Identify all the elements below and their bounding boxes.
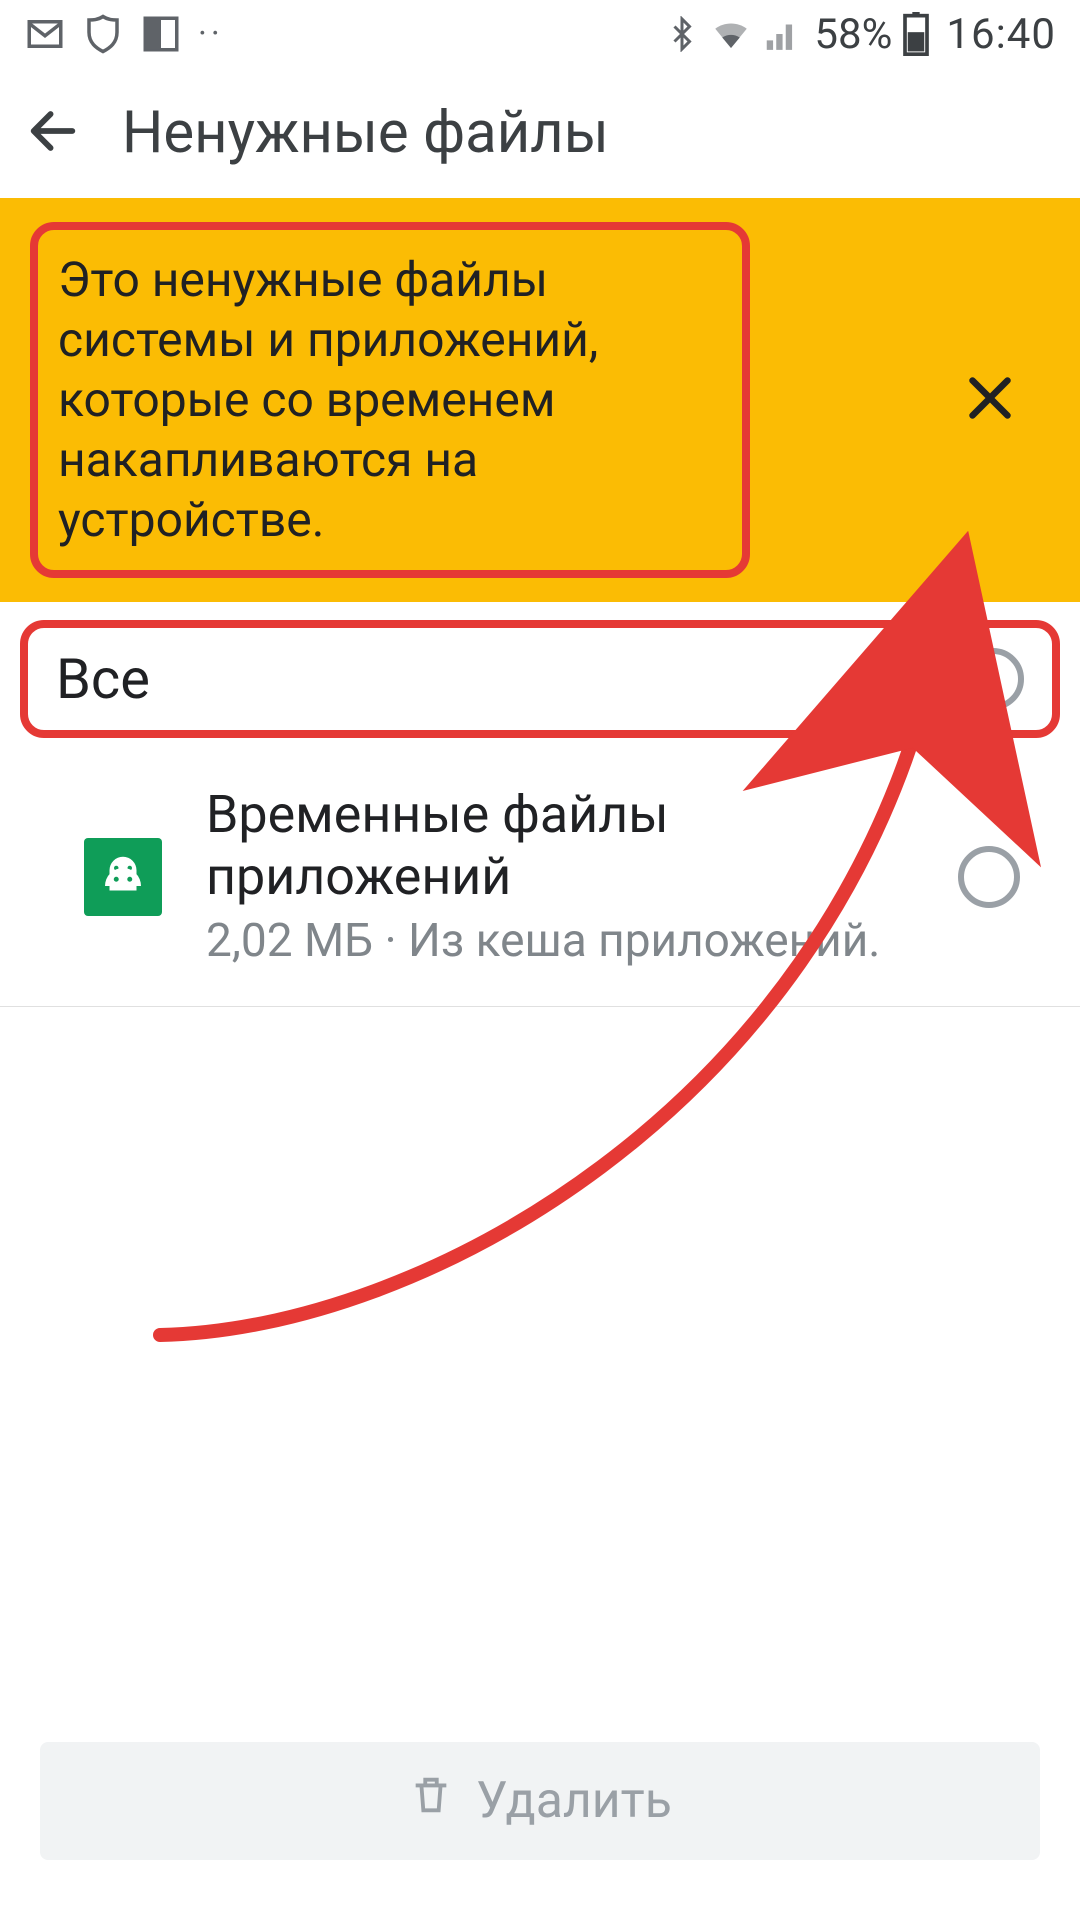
status-right-icons: 58% 16:40: [664, 10, 1056, 59]
list-item-texts: Временные файлы приложений 2,02 МБ · Из …: [206, 784, 914, 970]
close-icon[interactable]: [960, 368, 1050, 432]
delete-button-label: Удалить: [476, 1772, 672, 1830]
list-item-radio[interactable]: [958, 846, 1020, 908]
info-banner: Это ненужные файлы системы и приложений,…: [0, 198, 1080, 602]
battery-percent: 58%: [814, 10, 892, 59]
shield-icon: [82, 13, 124, 55]
select-all-row[interactable]: Все: [20, 620, 1060, 738]
list-item[interactable]: Временные файлы приложений 2,02 МБ · Из …: [0, 748, 1080, 1007]
trash-icon: [408, 1772, 454, 1831]
bottom-action-bar: Удалить: [0, 1702, 1080, 1920]
signal-icon: [762, 15, 800, 53]
banner-text: Это ненужные файлы системы и приложений,…: [58, 250, 652, 550]
battery-icon: [902, 12, 930, 56]
status-left-icons: ··: [24, 13, 224, 55]
android-icon: [84, 838, 162, 916]
screen: ·· 58% 16:40 Ненужные файлы Э: [0, 0, 1080, 1920]
page-title: Ненужные файлы: [122, 99, 609, 167]
split-screen-icon: [140, 13, 182, 55]
mail-icon: [24, 13, 66, 55]
bluetooth-icon: [664, 16, 700, 52]
select-all-label: Все: [56, 646, 150, 712]
select-all-radio[interactable]: [962, 648, 1024, 710]
delete-button[interactable]: Удалить: [40, 1742, 1040, 1860]
wifi-icon: [710, 13, 752, 55]
status-bar: ·· 58% 16:40: [0, 0, 1080, 68]
clock: 16:40: [946, 10, 1056, 59]
list-item-title: Временные файлы приложений: [206, 784, 914, 909]
app-bar: Ненужные файлы: [0, 68, 1080, 198]
annotation-highlight-banner: Это ненужные файлы системы и приложений,…: [30, 222, 750, 578]
back-icon[interactable]: [24, 102, 82, 164]
list-item-subtitle: 2,02 МБ · Из кеша приложений.: [206, 913, 914, 971]
more-dots-icon: ··: [198, 14, 224, 54]
